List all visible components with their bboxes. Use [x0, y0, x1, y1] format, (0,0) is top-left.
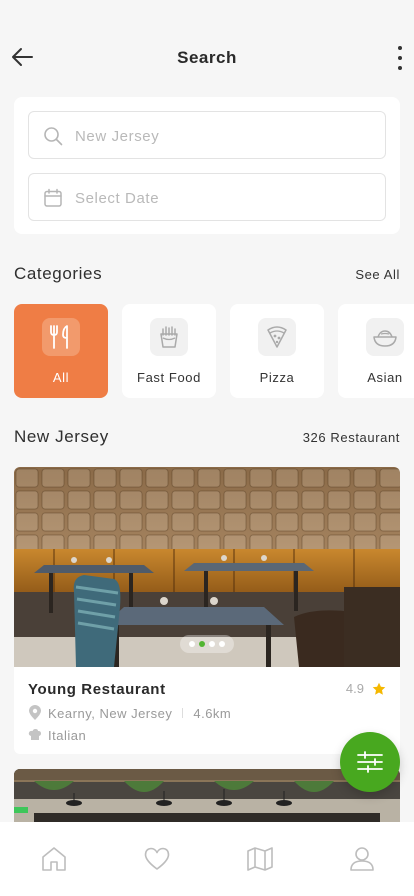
restaurant-card-preview[interactable] [14, 769, 400, 829]
chef-hat-icon [28, 728, 41, 740]
restaurant-photo[interactable] [14, 769, 400, 829]
results-location-heading: New Jersey [14, 427, 109, 446]
location-search-field[interactable] [28, 111, 386, 159]
date-select-field[interactable] [28, 173, 386, 221]
category-label: Pizza [259, 370, 295, 385]
carousel-dot[interactable] [219, 641, 225, 647]
more-options-button[interactable] [396, 46, 404, 70]
filter-button[interactable] [340, 732, 400, 792]
restaurant-location-row: Kearny, New Jersey 4.6km [28, 705, 231, 721]
fries-icon [150, 318, 188, 356]
category-label: Asian [367, 370, 403, 385]
page-title: Search [177, 48, 237, 67]
divider [182, 708, 184, 718]
category-pizza[interactable]: Pizza [230, 304, 324, 398]
more-vertical-icon [398, 46, 402, 50]
heart-icon [144, 847, 170, 870]
carousel-dot[interactable] [189, 641, 195, 647]
bottom-navigation [0, 822, 414, 896]
image-carousel-indicator[interactable] [180, 635, 234, 653]
map-icon [247, 847, 273, 871]
restaurant-location: Kearny, New Jersey [48, 705, 173, 721]
utensils-icon [42, 318, 80, 356]
restaurant-cuisine: Italian [48, 727, 87, 743]
home-icon [42, 847, 66, 871]
category-fast-food[interactable]: Fast Food [122, 304, 216, 398]
restaurant-cuisine-row: Italian [28, 727, 86, 743]
restaurant-name[interactable]: Young Restaurant [28, 681, 166, 698]
user-icon [350, 847, 374, 871]
bowl-icon [366, 318, 404, 356]
nav-map[interactable] [246, 846, 274, 872]
location-pin-icon [29, 705, 41, 720]
pizza-icon [258, 318, 296, 356]
search-icon [44, 127, 63, 146]
see-all-link[interactable]: See All [355, 267, 400, 282]
results-header: New Jersey 326 Restaurant [14, 427, 400, 449]
nav-profile[interactable] [348, 846, 376, 872]
filter-sliders-icon [357, 751, 383, 773]
carousel-dot-active[interactable] [199, 641, 205, 647]
search-panel [14, 97, 400, 234]
carousel-dot[interactable] [209, 641, 215, 647]
results-count: 326 Restaurant [302, 430, 400, 445]
nav-favorites[interactable] [143, 846, 171, 872]
category-asian[interactable]: Asian [338, 304, 414, 398]
category-label: Fast Food [137, 370, 201, 385]
date-select-input[interactable] [75, 186, 375, 210]
restaurant-distance: 4.6km [193, 705, 232, 721]
restaurant-card[interactable]: Young Restaurant 4.9 Kearny, New Jersey … [14, 467, 400, 754]
categories-heading: Categories [14, 264, 103, 283]
restaurant-rating: 4.9 [346, 681, 386, 696]
location-search-input[interactable] [75, 124, 375, 148]
star-icon [372, 682, 386, 695]
category-all[interactable]: All [14, 304, 108, 398]
nav-home[interactable] [40, 846, 68, 872]
category-label: All [52, 370, 70, 385]
top-bar: Search [0, 30, 414, 86]
rating-value: 4.9 [345, 681, 364, 696]
categories-header: Categories See All [14, 264, 400, 286]
category-list: All Fast Food Pizza Asian [14, 304, 414, 398]
calendar-icon [44, 188, 62, 207]
